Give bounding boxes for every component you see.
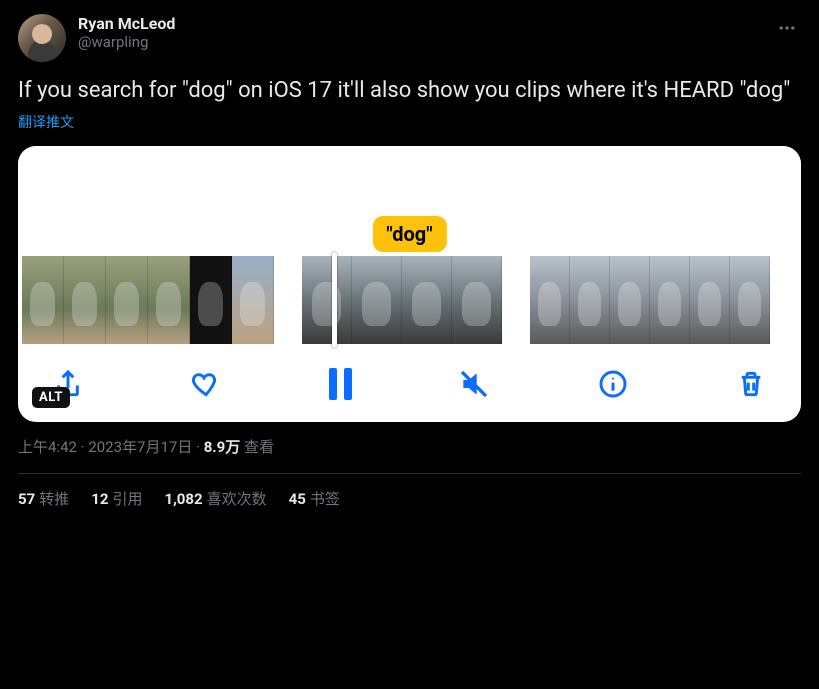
playhead[interactable]: [332, 252, 337, 348]
video-frame: [730, 256, 770, 344]
video-frame: [352, 256, 402, 344]
clip-group[interactable]: [302, 256, 502, 344]
heart-icon: [190, 368, 222, 400]
tweet-time[interactable]: 上午4:42: [18, 438, 77, 456]
video-frame: [64, 256, 106, 344]
video-frame: [106, 256, 148, 344]
bookmarks-stat[interactable]: 45书签: [289, 488, 340, 509]
video-frame: [690, 256, 730, 344]
alt-badge[interactable]: ALT: [32, 387, 70, 408]
more-icon: [777, 18, 797, 38]
muted-icon: [458, 368, 490, 400]
pause-button[interactable]: [329, 368, 352, 400]
video-frame: [302, 256, 352, 344]
translate-link[interactable]: 翻译推文: [18, 112, 74, 132]
video-frame: [148, 256, 190, 344]
handle: @warpling: [78, 33, 175, 51]
like-button[interactable]: [190, 368, 222, 400]
trash-icon: [735, 368, 767, 400]
tweet-text: If you search for "dog" on iOS 17 it'll …: [18, 76, 801, 106]
filmstrip: [18, 256, 801, 344]
tweet-meta: 上午4:42 · 2023年7月17日 · 8.9万 查看: [18, 436, 801, 457]
media-toolbar: [18, 344, 801, 408]
mute-button[interactable]: [458, 368, 490, 400]
retweets-stat[interactable]: 57转推: [18, 488, 69, 509]
views-count: 8.9万: [204, 438, 241, 456]
display-name: Ryan McLeod: [78, 14, 175, 33]
video-frame: [570, 256, 610, 344]
stats-row: 57转推 12引用 1,082喜欢次数 45书签: [18, 488, 801, 509]
search-tag-badge: "dog": [372, 216, 446, 252]
info-button[interactable]: [597, 368, 629, 400]
video-frame: [22, 256, 64, 344]
video-frame: [530, 256, 570, 344]
more-button[interactable]: [773, 14, 801, 46]
media-top: "dog": [18, 146, 801, 256]
divider: [18, 473, 801, 474]
clip-group[interactable]: [22, 256, 274, 344]
pause-icon: [329, 368, 352, 400]
quotes-stat[interactable]: 12引用: [91, 488, 142, 509]
media-card[interactable]: "dog": [18, 146, 801, 422]
video-frame: [650, 256, 690, 344]
avatar[interactable]: [18, 14, 66, 62]
video-frame: [190, 256, 232, 344]
likes-stat[interactable]: 1,082喜欢次数: [164, 488, 266, 509]
clip-group[interactable]: [530, 256, 770, 344]
tweet-date[interactable]: 2023年7月17日: [88, 438, 192, 456]
tweet-container: Ryan McLeod @warpling If you search for …: [0, 0, 819, 509]
tweet-header: Ryan McLeod @warpling: [18, 14, 801, 62]
delete-button[interactable]: [735, 368, 767, 400]
views-label: 查看: [244, 438, 274, 456]
info-icon: [597, 368, 629, 400]
author-names[interactable]: Ryan McLeod @warpling: [78, 14, 175, 51]
video-frame: [402, 256, 452, 344]
video-frame: [610, 256, 650, 344]
video-frame: [232, 256, 274, 344]
video-frame: [452, 256, 502, 344]
